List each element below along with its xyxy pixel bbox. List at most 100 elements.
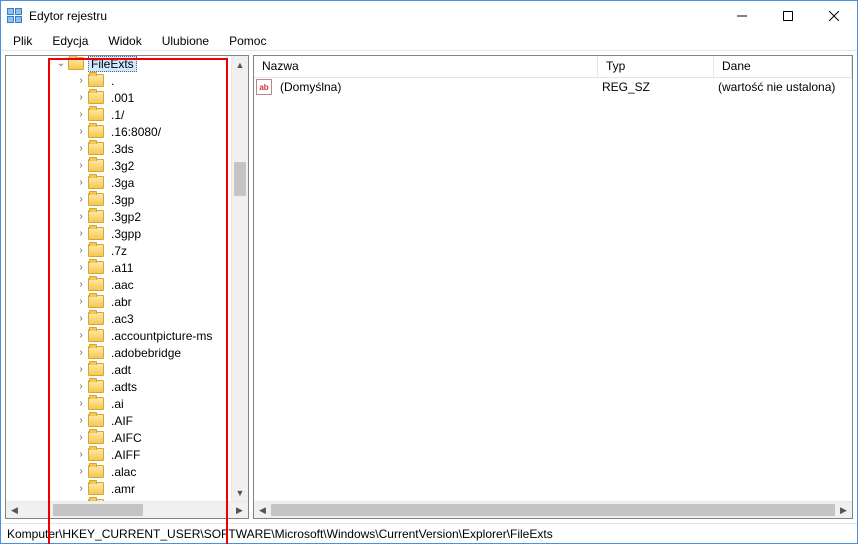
chevron-right-icon[interactable]: ›: [74, 347, 88, 358]
list-row[interactable]: ab(Domyślna)REG_SZ(wartość nie ustalona): [254, 78, 852, 96]
menu-edit[interactable]: Edycja: [44, 32, 96, 50]
tree-item[interactable]: ›.alac: [6, 463, 215, 480]
chevron-right-icon[interactable]: ›: [74, 143, 88, 154]
registry-editor-window: Edytor rejestru Plik Edycja Widok Ulubio…: [0, 0, 858, 544]
chevron-right-icon[interactable]: ›: [74, 279, 88, 290]
tree-item[interactable]: ›.001: [6, 89, 215, 106]
chevron-right-icon[interactable]: ›: [74, 483, 88, 494]
tree-item[interactable]: ›.3gp: [6, 191, 215, 208]
chevron-right-icon[interactable]: ›: [74, 330, 88, 341]
minimize-button[interactable]: [719, 1, 765, 31]
status-bar: Komputer\HKEY_CURRENT_USER\SOFTWARE\Micr…: [1, 523, 857, 543]
scroll-right-icon[interactable]: ▶: [835, 502, 852, 519]
tree-item[interactable]: ›.1/: [6, 106, 215, 123]
tree-label: .aac: [108, 277, 137, 293]
tree-item[interactable]: ›.3ga: [6, 174, 215, 191]
tree-label: .16:8080/: [108, 124, 164, 140]
chevron-right-icon[interactable]: ›: [74, 126, 88, 137]
tree-item[interactable]: ›.AIFF: [6, 446, 215, 463]
chevron-right-icon[interactable]: ›: [74, 313, 88, 324]
chevron-right-icon[interactable]: ›: [74, 398, 88, 409]
tree-item[interactable]: › .ai: [6, 395, 215, 412]
tree-item[interactable]: › .amr: [6, 480, 215, 497]
tree-label: .abr: [108, 294, 135, 310]
title-bar[interactable]: Edytor rejestru: [1, 1, 857, 31]
tree-label: .ai: [108, 396, 127, 412]
tree-item[interactable]: ›.: [6, 72, 215, 89]
folder-icon: [88, 380, 104, 393]
tree-item[interactable]: › .7z: [6, 242, 215, 259]
chevron-right-icon[interactable]: ›: [74, 92, 88, 103]
folder-icon: [88, 448, 104, 461]
chevron-right-icon[interactable]: ›: [74, 262, 88, 273]
tree-item-fileexts[interactable]: ⌄FileExts: [6, 56, 215, 72]
chevron-right-icon[interactable]: ›: [74, 160, 88, 171]
list-horizontal-scrollbar[interactable]: ◀ ▶: [254, 501, 852, 518]
tree-item[interactable]: ›.a11: [6, 259, 215, 276]
window-title: Edytor rejestru: [29, 9, 719, 23]
tree-item[interactable]: ›.3ds: [6, 140, 215, 157]
chevron-right-icon[interactable]: ›: [74, 449, 88, 460]
tree-item[interactable]: › .aac: [6, 276, 215, 293]
tree-horizontal-scrollbar[interactable]: ◀ ▶: [6, 501, 248, 518]
chevron-right-icon[interactable]: ›: [74, 364, 88, 375]
scroll-right-icon[interactable]: ▶: [231, 502, 248, 519]
menu-help[interactable]: Pomoc: [221, 32, 274, 50]
tree-item[interactable]: › .adts: [6, 378, 215, 395]
chevron-right-icon[interactable]: ›: [74, 296, 88, 307]
menu-view[interactable]: Widok: [100, 32, 149, 50]
chevron-right-icon[interactable]: ›: [74, 381, 88, 392]
chevron-down-icon[interactable]: ⌄: [54, 58, 68, 69]
chevron-right-icon[interactable]: ›: [74, 432, 88, 443]
scroll-thumb[interactable]: [271, 504, 835, 516]
list-body: ab(Domyślna)REG_SZ(wartość nie ustalona): [254, 78, 852, 518]
scroll-down-icon[interactable]: ▼: [232, 484, 248, 501]
chevron-right-icon[interactable]: ›: [74, 194, 88, 205]
folder-icon: [88, 74, 104, 87]
tree-item[interactable]: › .3g2: [6, 157, 215, 174]
column-header-name[interactable]: Nazwa: [254, 56, 598, 77]
chevron-right-icon[interactable]: ›: [74, 177, 88, 188]
column-header-data[interactable]: Dane: [714, 56, 852, 77]
folder-icon: [88, 244, 104, 257]
value-name: (Domyślna): [276, 80, 598, 94]
tree-label: .adts: [108, 379, 140, 395]
folder-icon: [88, 142, 104, 155]
folder-icon: [68, 57, 84, 70]
tree-item[interactable]: › .abr: [6, 293, 215, 310]
tree-item[interactable]: ›.3gp2: [6, 208, 215, 225]
tree-item[interactable]: ›.adt: [6, 361, 215, 378]
chevron-right-icon[interactable]: ›: [74, 75, 88, 86]
scroll-thumb[interactable]: [53, 504, 143, 516]
close-button[interactable]: [811, 1, 857, 31]
chevron-right-icon[interactable]: ›: [74, 211, 88, 222]
column-header-type[interactable]: Typ: [598, 56, 714, 77]
folder-icon: [88, 431, 104, 444]
tree-item[interactable]: ›.AIFC: [6, 429, 215, 446]
chevron-right-icon[interactable]: ›: [74, 228, 88, 239]
folder-icon: [88, 329, 104, 342]
tree-label: .amr: [108, 481, 138, 497]
tree-item[interactable]: ›.ac3: [6, 310, 215, 327]
scroll-left-icon[interactable]: ◀: [6, 502, 23, 519]
menu-file[interactable]: Plik: [5, 32, 40, 50]
tree-vertical-scrollbar[interactable]: ▲ ▼: [231, 56, 248, 501]
tree-label: .3g2: [108, 158, 137, 174]
chevron-right-icon[interactable]: ›: [74, 466, 88, 477]
scroll-thumb[interactable]: [234, 162, 246, 196]
chevron-right-icon[interactable]: ›: [74, 245, 88, 256]
tree-item[interactable]: ›.3gpp: [6, 225, 215, 242]
tree-item[interactable]: ›.accountpicture-ms: [6, 327, 215, 344]
chevron-right-icon[interactable]: ›: [74, 415, 88, 426]
tree-item[interactable]: › .16:8080/: [6, 123, 215, 140]
tree-item[interactable]: ›.adobebridge: [6, 344, 215, 361]
menu-favorites[interactable]: Ulubione: [154, 32, 217, 50]
scroll-up-icon[interactable]: ▲: [232, 56, 248, 73]
tree-label: .7z: [108, 243, 130, 259]
scroll-left-icon[interactable]: ◀: [254, 502, 271, 519]
folder-icon: [88, 125, 104, 138]
tree-item[interactable]: ›.AIF: [6, 412, 215, 429]
maximize-button[interactable]: [765, 1, 811, 31]
chevron-right-icon[interactable]: ›: [74, 109, 88, 120]
folder-icon: [88, 482, 104, 495]
